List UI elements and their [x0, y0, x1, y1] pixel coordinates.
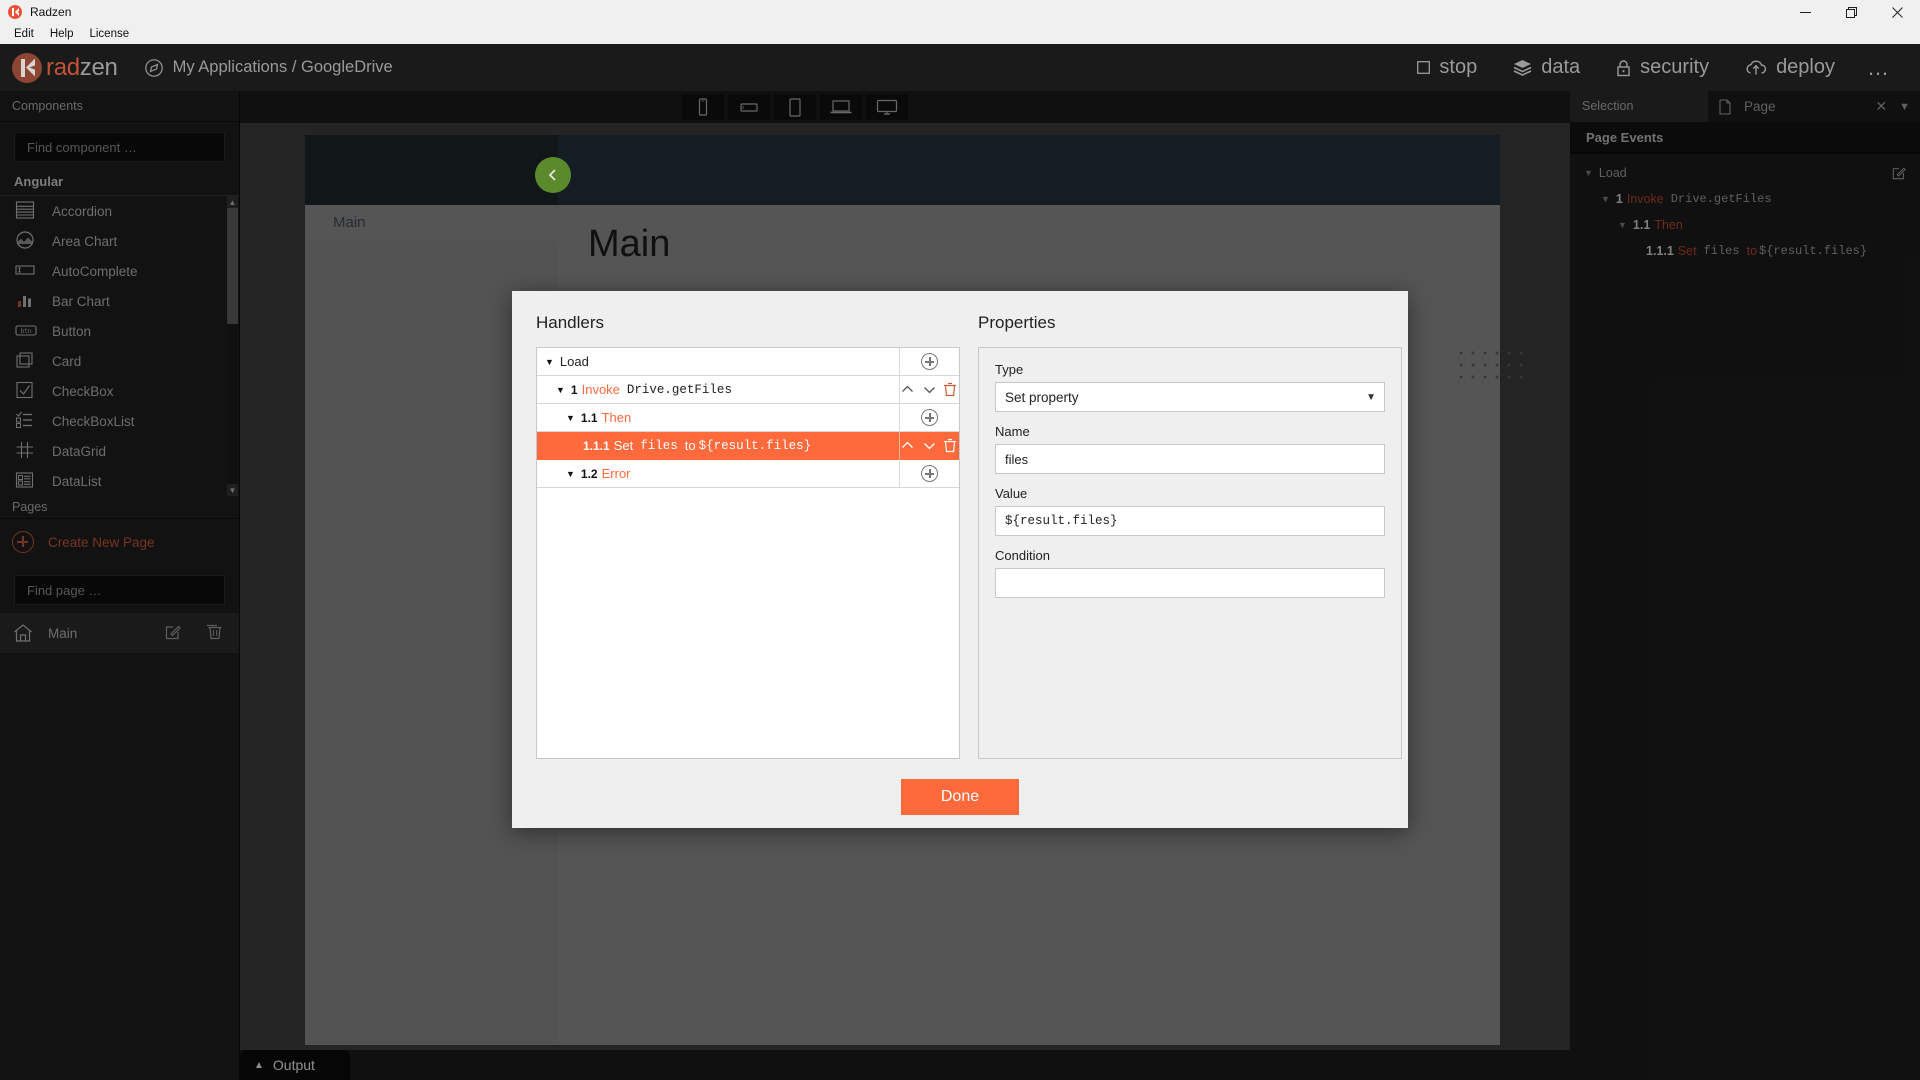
- handler-index: 1.1.1: [583, 438, 610, 453]
- handler-actions: [899, 403, 959, 432]
- handler-value: Drive.getFiles: [626, 382, 732, 397]
- menu-item-help[interactable]: Help: [42, 24, 82, 44]
- handlers-dialog: Handlers ▼ Load ▼ 1 Invoke Drive.getFile…: [512, 291, 1408, 828]
- square-stop-icon: [1417, 61, 1431, 74]
- add-icon[interactable]: [921, 353, 938, 370]
- minimize-icon[interactable]: [1782, 0, 1828, 24]
- menu-item-license[interactable]: License: [81, 24, 137, 44]
- radzen-logo-text: radzen: [46, 54, 118, 82]
- stop-label: stop: [1439, 56, 1478, 78]
- handler-actions: [899, 459, 959, 488]
- move-up-icon[interactable]: [900, 438, 916, 454]
- move-down-icon[interactable]: [922, 382, 938, 398]
- security-button[interactable]: security: [1598, 44, 1727, 91]
- handler-row-then[interactable]: ▼ 1.1 Then: [537, 403, 959, 432]
- radzen-logo[interactable]: radzen: [12, 52, 118, 83]
- handler-keyword: Invoke: [581, 382, 620, 397]
- caret-down-icon[interactable]: ▼: [556, 385, 565, 395]
- header-actions: stop data security deploy …: [1399, 44, 1904, 91]
- handler-row-set[interactable]: 1.1.1 Set files to ${result.files}: [537, 431, 959, 460]
- handler-expression: ${result.files}: [698, 438, 812, 453]
- properties-title: Properties: [978, 313, 1056, 332]
- security-label: security: [1640, 56, 1710, 78]
- add-icon[interactable]: [921, 409, 938, 426]
- deploy-label: deploy: [1776, 56, 1835, 78]
- layers-data-icon: [1513, 59, 1532, 76]
- move-up-icon[interactable]: [900, 382, 916, 398]
- condition-input[interactable]: [995, 568, 1385, 598]
- radzen-logo-icon: [12, 52, 42, 83]
- more-options-icon[interactable]: …: [1853, 55, 1904, 81]
- compass-icon: [144, 58, 164, 78]
- breadcrumb-text: My Applications / GoogleDrive: [172, 58, 393, 76]
- caret-down-icon[interactable]: ▼: [566, 413, 575, 423]
- move-down-icon[interactable]: [922, 438, 938, 454]
- radzen-icon: [8, 5, 22, 19]
- logo-zen: zen: [79, 53, 118, 81]
- window-titlebar: Radzen: [0, 0, 1920, 24]
- done-button[interactable]: Done: [901, 779, 1019, 815]
- handler-actions: [899, 431, 959, 460]
- data-button[interactable]: data: [1495, 44, 1598, 91]
- maximize-icon[interactable]: [1828, 0, 1874, 24]
- menubar: Edit Help License: [0, 24, 1920, 44]
- close-icon[interactable]: [1874, 0, 1920, 24]
- type-label: Type: [995, 362, 1024, 377]
- handler-keyword2: to: [684, 438, 696, 453]
- data-label: data: [1541, 56, 1581, 78]
- cloud-upload-icon: [1745, 59, 1767, 76]
- lock-icon: [1616, 59, 1631, 77]
- handlers-list: ▼ Load ▼ 1 Invoke Drive.getFiles ▼ 1.1 T…: [536, 347, 960, 759]
- menu-item-edit[interactable]: Edit: [6, 24, 42, 44]
- delete-icon[interactable]: [943, 382, 959, 398]
- handler-keyword: Error: [601, 466, 631, 481]
- app-header: radzen My Applications / GoogleDrive sto…: [0, 44, 1920, 91]
- deploy-button[interactable]: deploy: [1727, 44, 1853, 91]
- name-input[interactable]: [995, 444, 1385, 474]
- handler-row-load[interactable]: ▼ Load: [537, 348, 959, 376]
- add-icon[interactable]: [921, 465, 938, 482]
- handler-row-error[interactable]: ▼ 1.2 Error: [537, 459, 959, 488]
- stop-button[interactable]: stop: [1399, 44, 1495, 91]
- handler-index: 1.2: [580, 466, 598, 481]
- handler-actions: [899, 375, 959, 404]
- name-label: Name: [995, 424, 1030, 439]
- handler-keyword: Set: [613, 438, 634, 453]
- type-select[interactable]: [995, 382, 1385, 412]
- caret-down-icon[interactable]: ▼: [545, 357, 554, 367]
- breadcrumb[interactable]: My Applications / GoogleDrive: [144, 58, 393, 78]
- value-input[interactable]: [995, 506, 1385, 536]
- handler-label: Load: [559, 354, 589, 369]
- handler-actions: [899, 348, 959, 376]
- handler-index: 1: [570, 382, 578, 397]
- handlers-title: Handlers: [536, 313, 605, 332]
- handler-index: 1.1: [580, 410, 598, 425]
- window-title: Radzen: [30, 5, 72, 19]
- handler-keyword: Then: [601, 410, 632, 425]
- caret-down-icon[interactable]: ▼: [566, 469, 575, 479]
- condition-label: Condition: [995, 548, 1050, 563]
- window-controls: [1782, 0, 1920, 24]
- properties-column: Properties Type ▼ Name Value Condition: [978, 313, 1402, 759]
- handler-row-invoke[interactable]: ▼ 1 Invoke Drive.getFiles: [537, 375, 959, 404]
- handler-name: files: [640, 438, 678, 453]
- app-window: Radzen Edit Help License radzen My Appli…: [0, 0, 1920, 1080]
- delete-icon[interactable]: [943, 438, 959, 454]
- handlers-column: Handlers ▼ Load ▼ 1 Invoke Drive.getFile…: [536, 313, 960, 759]
- chevron-left-icon[interactable]: [535, 157, 571, 193]
- properties-form: Type ▼ Name Value Condition: [978, 347, 1402, 759]
- logo-rad: rad: [46, 53, 80, 81]
- value-label: Value: [995, 486, 1028, 501]
